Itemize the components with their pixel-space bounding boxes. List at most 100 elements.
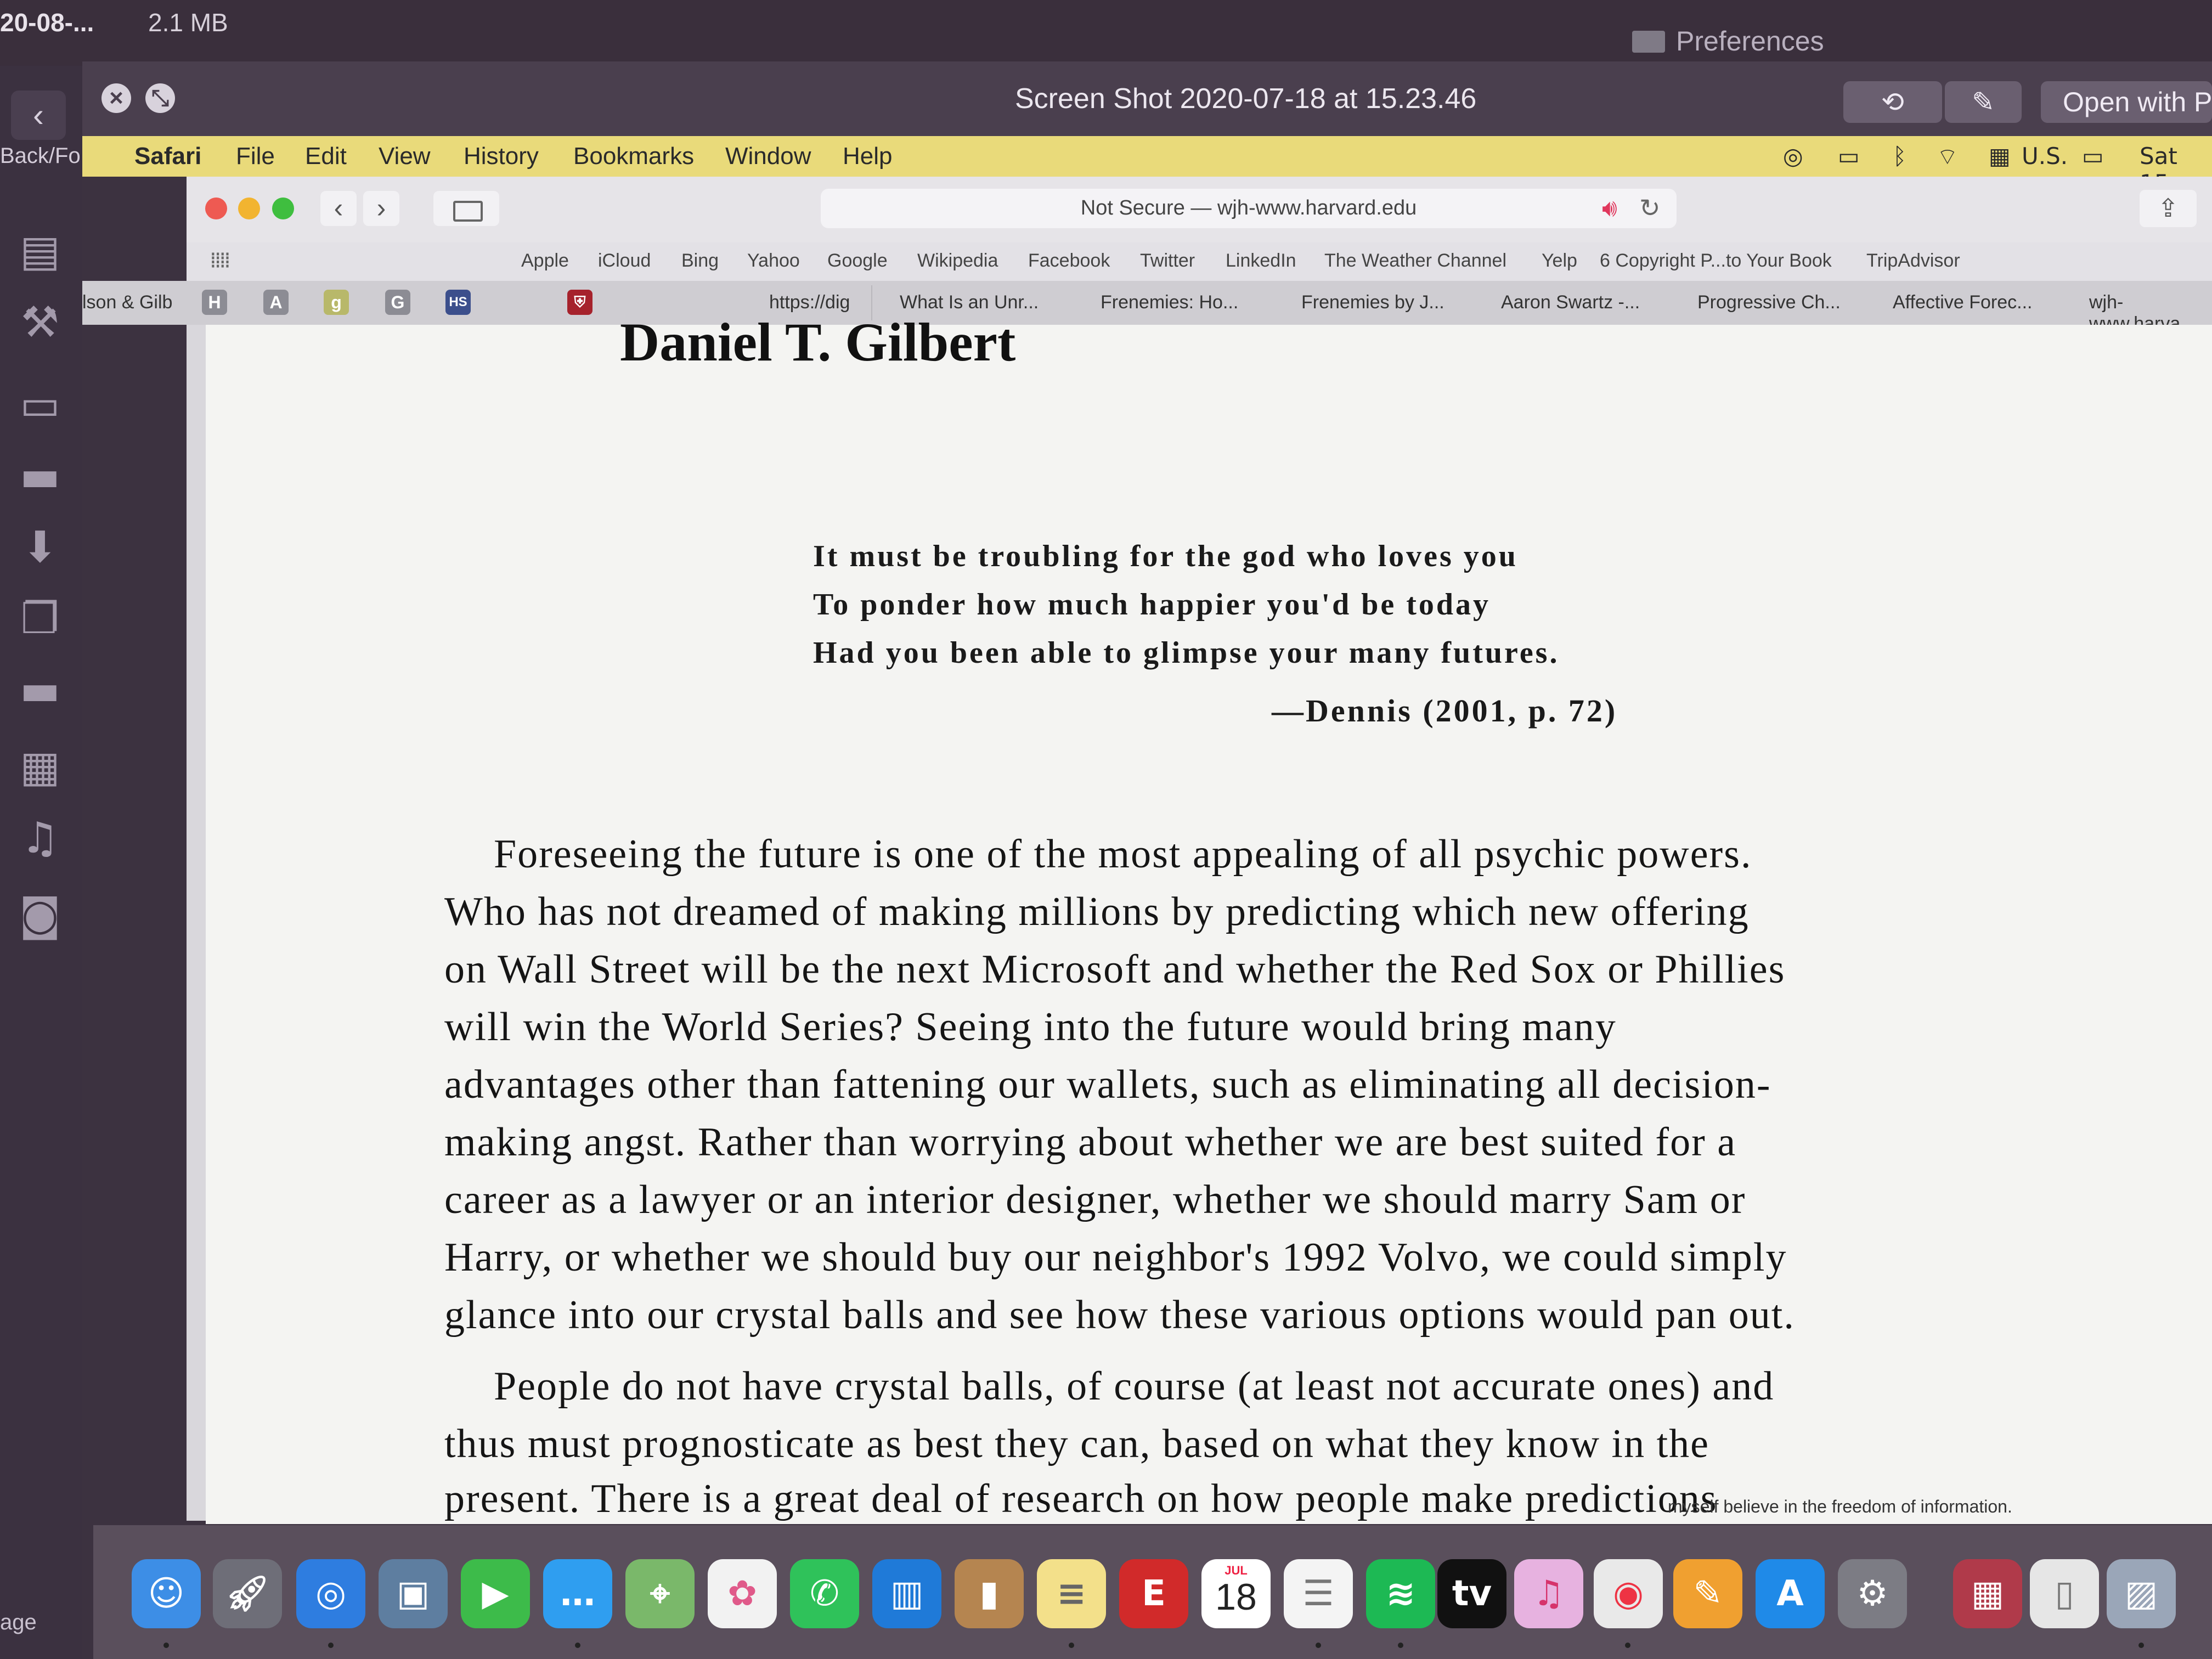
- menu-window[interactable]: Window: [725, 143, 811, 170]
- running-indicator: [1398, 1643, 1403, 1648]
- favorite-link[interactable]: TripAdvisor: [1866, 250, 1960, 272]
- tv-icon[interactable]: tv: [1437, 1559, 1506, 1628]
- movies-icon[interactable]: ▦: [10, 741, 70, 793]
- body-text-line: Harry, or whether we should buy our neig…: [444, 1235, 1787, 1280]
- tab-favicon[interactable]: H: [202, 290, 227, 315]
- finder-icon[interactable]: ☺: [132, 1559, 201, 1628]
- menu-edit[interactable]: Edit: [305, 143, 347, 170]
- facetime-icon[interactable]: ▶: [461, 1559, 530, 1628]
- close-window-icon[interactable]: [205, 198, 227, 219]
- favorite-link[interactable]: Bing: [681, 250, 719, 272]
- battery-icon[interactable]: ▭: [2082, 143, 2104, 170]
- camera-icon[interactable]: ◙: [10, 889, 70, 941]
- safari-icon[interactable]: ◎: [296, 1559, 365, 1628]
- menu-file[interactable]: File: [236, 143, 275, 170]
- desktop-icon[interactable]: ▭: [10, 379, 70, 431]
- chevron-right-icon[interactable]: ›: [363, 191, 399, 226]
- calendar-day: 18: [1215, 1576, 1257, 1618]
- tab-favicon[interactable]: HS: [445, 290, 471, 315]
- documents-icon[interactable]: ❐: [10, 592, 70, 645]
- drive-icon[interactable]: ▤: [10, 225, 70, 278]
- airplay-icon[interactable]: ▭: [1838, 143, 1860, 170]
- app-store-icon[interactable]: A: [1756, 1559, 1825, 1628]
- pages-icon[interactable]: ✎: [1673, 1559, 1742, 1628]
- folder-icon[interactable]: ▬: [10, 450, 70, 503]
- tab-label[interactable]: Frenemies: Ho...: [1101, 292, 1238, 313]
- favorite-link[interactable]: The Weather Channel: [1324, 250, 1506, 272]
- applications-icon[interactable]: ⚒: [10, 296, 70, 349]
- tab-favicon[interactable]: g: [324, 290, 349, 315]
- reload-icon[interactable]: ↻: [1639, 193, 1661, 223]
- menu-safari[interactable]: Safari: [134, 143, 201, 170]
- menu-view[interactable]: View: [379, 143, 431, 170]
- tab-label[interactable]: Affective Forec...: [1893, 292, 2032, 313]
- notes-icon[interactable]: ≡: [1037, 1559, 1106, 1628]
- favorite-link[interactable]: Yahoo: [747, 250, 800, 272]
- open-with-button[interactable]: Open with P: [2041, 81, 2212, 123]
- body-text-line: advantages other than fattening our wall…: [444, 1062, 1771, 1107]
- favorite-link[interactable]: LinkedIn: [1226, 250, 1296, 272]
- favorite-link[interactable]: iCloud: [598, 250, 651, 272]
- zoom-window-icon[interactable]: [272, 198, 294, 219]
- photo-booth-icon[interactable]: ▦: [1953, 1559, 2022, 1628]
- folder-icon[interactable]: ▬: [10, 664, 70, 716]
- messages-icon[interactable]: …: [543, 1559, 612, 1628]
- grid-icon[interactable]: ⁞⁞⁞⁞: [210, 248, 231, 273]
- tab-label[interactable]: Aaron Swartz -...: [1501, 292, 1640, 313]
- favorite-link[interactable]: Apple: [521, 250, 569, 272]
- body-text-line: present. There is a great deal of resear…: [444, 1476, 1718, 1521]
- flag-icon[interactable]: ▦: [1989, 143, 2011, 170]
- preview-icon[interactable]: ▣: [379, 1559, 448, 1628]
- favorite-link[interactable]: Google: [827, 250, 888, 272]
- menu-bookmarks[interactable]: Bookmarks: [573, 143, 694, 170]
- spotify-icon[interactable]: ≋: [1366, 1559, 1435, 1628]
- tab-label[interactable]: Progressive Ch...: [1697, 292, 1841, 313]
- preferences-folder-label[interactable]: Preferences: [1676, 25, 1824, 57]
- trello-icon[interactable]: ▥: [872, 1559, 941, 1628]
- tab-favicon[interactable]: A: [263, 290, 289, 315]
- running-indicator: [163, 1643, 169, 1648]
- page-title: Daniel T. Gilbert: [620, 312, 1016, 373]
- tab-label[interactable]: lson & Gilb: [82, 292, 172, 313]
- body-text-line: career as a lawyer or an interior design…: [444, 1177, 1746, 1222]
- contacts-icon[interactable]: ▮: [955, 1559, 1024, 1628]
- menu-history[interactable]: History: [464, 143, 539, 170]
- harvard-shield-icon[interactable]: ⛨: [567, 290, 592, 315]
- speaker-icon[interactable]: 🔊︎: [1602, 194, 1617, 222]
- preview-document-icon[interactable]: ▨: [2107, 1559, 2176, 1628]
- tab-label[interactable]: Frenemies by J...: [1301, 292, 1444, 313]
- music-icon[interactable]: ♫: [10, 812, 70, 865]
- markup-button[interactable]: ✎: [1945, 81, 2022, 123]
- favorite-link[interactable]: Twitter: [1140, 250, 1195, 272]
- whatsapp-icon[interactable]: ✆: [790, 1559, 859, 1628]
- favorite-link[interactable]: Yelp: [1542, 250, 1577, 272]
- launchpad-icon[interactable]: 🚀︎: [213, 1559, 282, 1628]
- tab-favicon[interactable]: G: [385, 290, 410, 315]
- document-icon[interactable]: ▯: [2030, 1559, 2099, 1628]
- system-preferences-icon[interactable]: ⚙: [1838, 1559, 1907, 1628]
- share-icon[interactable]: ⇪: [2140, 190, 2197, 227]
- photos-icon[interactable]: ✿: [708, 1559, 777, 1628]
- favorite-link[interactable]: 6 Copyright P...to Your Book: [1600, 250, 1832, 272]
- maps-icon[interactable]: ⌖: [625, 1559, 695, 1628]
- body-text-line: glance into our crystal balls and see ho…: [444, 1293, 1795, 1338]
- favorite-link[interactable]: Wikipedia: [917, 250, 998, 272]
- back-button[interactable]: ‹: [11, 91, 66, 140]
- downloads-icon[interactable]: ⬇: [10, 521, 70, 574]
- close-icon[interactable]: ×: [101, 83, 131, 113]
- chrome-icon[interactable]: ◉: [1594, 1559, 1663, 1628]
- music-icon[interactable]: ♫: [1514, 1559, 1583, 1628]
- menu-help[interactable]: Help: [843, 143, 893, 170]
- input-source-label[interactable]: U.S.: [2022, 143, 2068, 170]
- favorite-link[interactable]: Facebook: [1028, 250, 1110, 272]
- chevron-left-icon[interactable]: ‹: [320, 191, 357, 226]
- reminders-icon[interactable]: ☰: [1284, 1559, 1353, 1628]
- fullscreen-icon[interactable]: ⤡: [145, 83, 175, 113]
- evernote-icon[interactable]: E: [1119, 1559, 1188, 1628]
- bluetooth-icon[interactable]: ᛒ: [1893, 143, 1906, 170]
- minimize-window-icon[interactable]: [238, 198, 260, 219]
- wifi-icon[interactable]: ⌔: [1937, 143, 1958, 172]
- rotate-button[interactable]: ⟲: [1843, 81, 1942, 123]
- creative-cloud-icon[interactable]: ◎: [1783, 143, 1803, 170]
- sidebar-toggle-icon[interactable]: [433, 191, 499, 226]
